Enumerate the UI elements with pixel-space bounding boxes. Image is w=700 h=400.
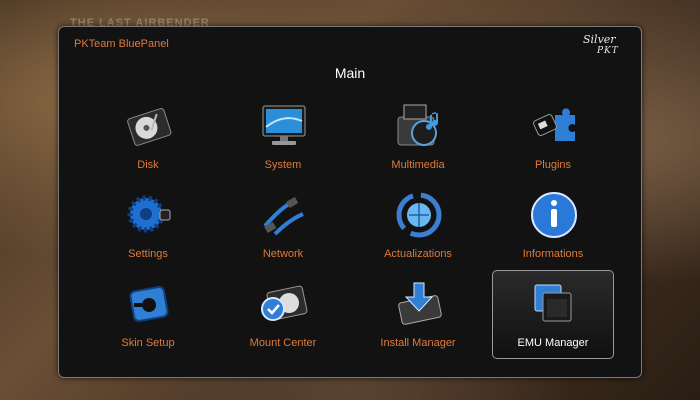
menu-item-label: Skin Setup	[121, 337, 175, 349]
menu-item-actualizations[interactable]: Actualizations	[357, 181, 479, 270]
menu-item-label: Multimedia	[391, 159, 445, 171]
menu-item-system[interactable]: System	[222, 92, 344, 181]
menu-item-mount-center[interactable]: Mount Center	[222, 270, 344, 359]
menu-item-multimedia[interactable]: Multimedia	[357, 92, 479, 181]
menu-item-label: Settings	[128, 248, 168, 260]
menu-item-informations[interactable]: Informations	[492, 181, 614, 270]
install-drive-icon	[394, 279, 444, 329]
brand-logo: Silver PKT	[583, 33, 629, 61]
mount-disk-icon	[259, 279, 309, 329]
skin-setup-icon	[124, 279, 174, 329]
gear-icon	[124, 190, 174, 240]
menu-item-label: Plugins	[534, 159, 572, 171]
menu-item-emu-manager[interactable]: EMU Manager	[492, 270, 614, 359]
menu-item-label: Mount Center	[249, 337, 317, 349]
plugin-icon	[529, 101, 579, 151]
panel-title: PKTeam BluePanel	[74, 38, 169, 50]
blue-panel-window: PKTeam BluePanel Silver PKT Main Disk Sy…	[58, 26, 642, 378]
menu-item-settings[interactable]: Settings	[87, 181, 209, 270]
menu-item-label: Actualizations	[384, 248, 452, 260]
refresh-globe-icon	[394, 190, 444, 240]
menu-item-install-manager[interactable]: Install Manager	[357, 270, 479, 359]
network-cable-icon	[259, 190, 309, 240]
brand-logo-line2: PKT	[597, 46, 619, 56]
menu-heading: Main	[334, 65, 366, 81]
disk-icon	[124, 101, 174, 151]
menu-item-disk[interactable]: Disk	[87, 92, 209, 181]
menu-item-plugins[interactable]: Plugins	[492, 92, 614, 181]
monitor-icon	[259, 101, 309, 151]
brand-logo-line1: Silver	[583, 33, 616, 46]
menu-item-label: Informations	[522, 248, 584, 260]
multimedia-icon	[394, 101, 444, 151]
info-icon	[529, 190, 579, 240]
menu-item-label: Install Manager	[380, 337, 456, 349]
menu-item-label: Disk	[137, 159, 159, 171]
menu-item-network[interactable]: Network	[222, 181, 344, 270]
menu-item-skin-setup[interactable]: Skin Setup	[87, 270, 209, 359]
menu-item-label: System	[264, 159, 302, 171]
menu-item-label: EMU Manager	[517, 337, 589, 349]
menu-grid: Disk System Multimedia Plugins Settings	[87, 92, 614, 359]
windows-icon	[529, 279, 579, 329]
menu-item-label: Network	[262, 248, 304, 260]
